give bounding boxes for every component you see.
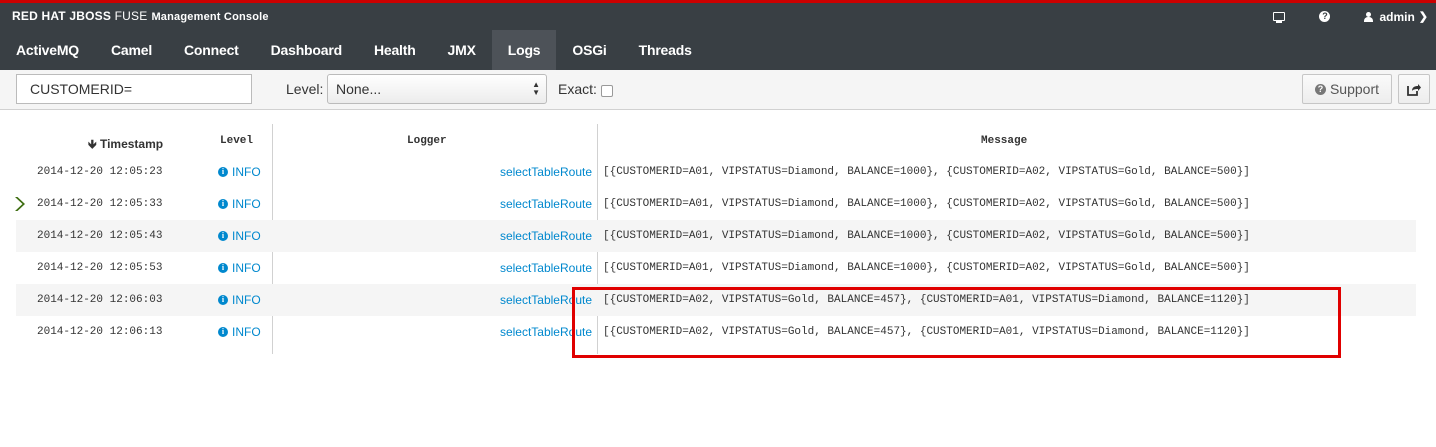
header-message[interactable]: Message — [981, 135, 1027, 147]
exact-checkbox[interactable] — [601, 85, 613, 97]
nav-logs[interactable]: Logs — [491, 30, 557, 70]
console-title: Management Console — [151, 11, 269, 23]
level-select-value: None... — [336, 81, 382, 97]
row-message: [{CUSTOMERID=A01, VIPSTATUS=Diamond, BAL… — [603, 230, 1250, 242]
brand-logo: RED HAT JBOSS FUSE Management Console — [12, 9, 269, 23]
row-logger-link[interactable]: selectTableRoute — [500, 252, 592, 284]
help-icon[interactable]: ? — [1319, 11, 1331, 22]
table-row[interactable]: 2014-12-20 12:05:23 i INFO selectTableRou… — [16, 156, 1416, 188]
header-level[interactable]: Level — [220, 135, 253, 147]
level-label: Level: — [286, 81, 324, 97]
row-level: i INFO — [218, 316, 261, 348]
question-icon: ? — [1314, 83, 1326, 95]
row-level: i INFO — [218, 156, 261, 188]
level-select[interactable]: None... ▲ ▼ — [327, 74, 547, 104]
log-toolbar: Level: None... ▲▼ Exact: ? Support — [0, 70, 1436, 110]
row-logger-link[interactable]: selectTableRoute — [500, 220, 592, 252]
user-icon — [1364, 11, 1374, 22]
main-nav: ActiveMQ Camel Connect Dashboard Health … — [0, 30, 1436, 70]
user-menu[interactable]: admin ❯ — [1364, 10, 1428, 24]
row-timestamp: 2014-12-20 12:05:23 — [37, 166, 163, 178]
row-message: [{CUSTOMERID=A01, VIPSTATUS=Diamond, BAL… — [603, 198, 1250, 210]
arrow-down-icon: 🡻 — [88, 137, 97, 151]
nav-jmx[interactable]: JMX — [432, 30, 492, 70]
row-timestamp: 2014-12-20 12:05:43 — [37, 230, 163, 242]
nav-camel[interactable]: Camel — [95, 30, 168, 70]
external-link-icon — [1407, 83, 1421, 96]
highlight-annotation-box — [572, 287, 1341, 358]
row-logger-link[interactable]: selectTableRoute — [500, 188, 592, 220]
user-name: admin — [1379, 9, 1415, 24]
row-level: i INFO — [218, 284, 261, 316]
table-row[interactable]: 2014-12-20 12:05:43 i INFO selectTableRou… — [16, 220, 1416, 252]
table-row[interactable]: 2014-12-20 12:05:33 i INFO selectTableRou… — [15, 188, 1416, 220]
row-timestamp: 2014-12-20 12:06:13 — [37, 326, 163, 338]
selected-row-arrow-icon — [15, 197, 25, 211]
info-icon: i — [218, 199, 228, 209]
info-icon: i — [218, 263, 228, 273]
info-icon: i — [218, 327, 228, 337]
info-icon: i — [218, 231, 228, 241]
brand-bar: RED HAT JBOSS FUSE Management Console ? a… — [0, 0, 1436, 30]
header-timestamp[interactable]: 🡻 Timestamp — [88, 135, 163, 156]
row-level: i INFO — [218, 252, 261, 284]
info-icon: i — [218, 295, 228, 305]
row-level: i INFO — [218, 188, 261, 220]
nav-osgi[interactable]: OSGi — [556, 30, 622, 70]
support-label: Support — [1329, 81, 1380, 97]
row-message: [{CUSTOMERID=A01, VIPSTATUS=Diamond, BAL… — [603, 262, 1250, 274]
row-timestamp: 2014-12-20 12:05:53 — [37, 262, 163, 274]
nav-connect[interactable]: Connect — [168, 30, 255, 70]
table-row[interactable]: 2014-12-20 12:05:53 i INFO selectTableRou… — [16, 252, 1416, 284]
row-logger-link[interactable]: selectTableRoute — [500, 156, 592, 188]
row-level: i INFO — [218, 220, 261, 252]
log-filter-input[interactable] — [16, 74, 252, 104]
nav-dashboard[interactable]: Dashboard — [255, 30, 358, 70]
header-logger[interactable]: Logger — [407, 135, 447, 147]
share-button[interactable] — [1398, 74, 1430, 104]
chevron-down-icon: ❯ — [1418, 11, 1428, 23]
monitor-icon[interactable] — [1273, 12, 1286, 23]
exact-label: Exact: — [558, 81, 597, 97]
select-arrows-icon: ▲ ▼ — [532, 80, 540, 97]
row-message: [{CUSTOMERID=A01, VIPSTATUS=Diamond, BAL… — [603, 166, 1250, 178]
nav-health[interactable]: Health — [358, 30, 432, 70]
nav-threads[interactable]: Threads — [623, 30, 708, 70]
row-timestamp: 2014-12-20 12:06:03 — [37, 294, 163, 306]
info-icon: i — [218, 167, 228, 177]
support-button[interactable]: ? Support — [1302, 74, 1392, 104]
row-timestamp: 2014-12-20 12:05:33 — [37, 198, 163, 210]
nav-activemq[interactable]: ActiveMQ — [0, 30, 95, 70]
